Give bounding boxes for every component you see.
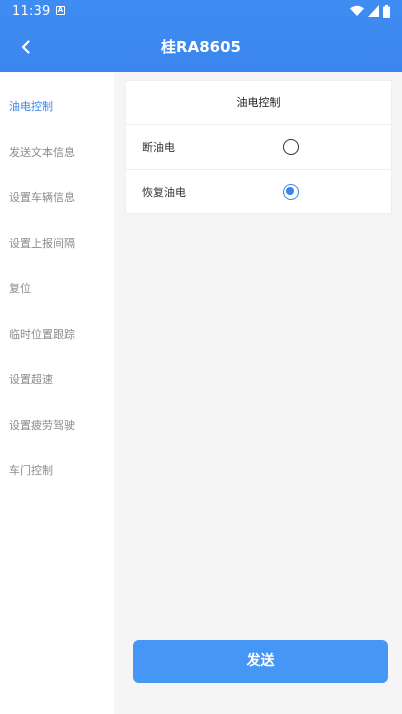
sidebar-item-temp-tracking[interactable]: 临时位置跟踪 [0, 312, 114, 357]
sidebar-item-reset[interactable]: 复位 [0, 266, 114, 311]
option-label: 恢复油电 [142, 186, 186, 199]
app-bar: 11:39 A 桂RA8605 [0, 0, 402, 72]
radio-selected[interactable] [283, 184, 299, 200]
sidebar-item-vehicle-info[interactable]: 设置车辆信息 [0, 175, 114, 220]
control-panel: 油电控制 断油电 恢复油电 [125, 80, 392, 214]
sidebar-item-fatigue-driving[interactable]: 设置疲劳驾驶 [0, 403, 114, 448]
option-cut-fuel-power[interactable]: 断油电 [126, 125, 391, 170]
radio-unselected[interactable] [283, 139, 299, 155]
status-time: 11:39 [12, 4, 51, 19]
sidebar-item-overspeed[interactable]: 设置超速 [0, 357, 114, 402]
sidebar-item-fuel-power-control[interactable]: 油电控制 [0, 84, 114, 129]
sidebar-item-door-control[interactable]: 车门控制 [0, 448, 114, 493]
send-button[interactable]: 发送 [133, 640, 388, 683]
sidebar-item-report-interval[interactable]: 设置上报间隔 [0, 221, 114, 266]
sidebar: 油电控制 发送文本信息 设置车辆信息 设置上报间隔 复位 临时位置跟踪 设置超速… [0, 72, 114, 714]
panel-title: 油电控制 [126, 81, 391, 125]
radio-dot [286, 187, 294, 195]
option-label: 断油电 [142, 141, 175, 154]
page-title: 桂RA8605 [161, 38, 241, 56]
wifi-icon [350, 5, 364, 16]
status-icons [350, 4, 390, 18]
status-bar: 11:39 A [0, 0, 402, 22]
signal-icon [368, 5, 379, 17]
sidebar-item-send-text[interactable]: 发送文本信息 [0, 130, 114, 175]
option-restore-fuel-power[interactable]: 恢复油电 [126, 170, 391, 215]
battery-icon [383, 4, 390, 18]
notification-icon: A [56, 6, 65, 15]
